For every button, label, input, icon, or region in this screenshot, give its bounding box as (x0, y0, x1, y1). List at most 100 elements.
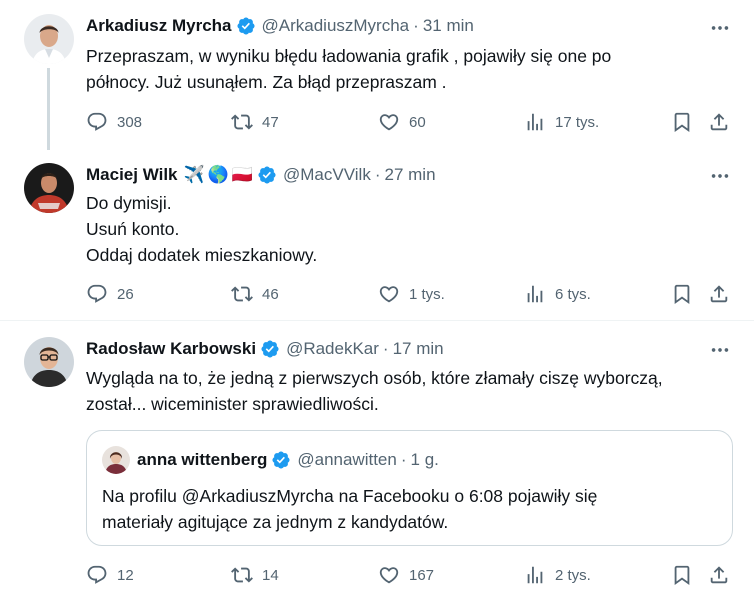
avatar[interactable] (24, 14, 74, 64)
verified-badge-icon (257, 165, 277, 185)
quoted-tweet[interactable]: anna wittenberg @annawitten · 1 g. Na pr… (86, 430, 733, 546)
share-icon (708, 111, 730, 133)
airplane-emoji: ✈️ (183, 165, 205, 184)
separator-dot: · (400, 450, 407, 469)
tweet-text-line: Do dymisji. (86, 193, 172, 213)
action-bar: 308 47 60 17 tys. (86, 110, 736, 134)
views-button[interactable]: 2 tys. (524, 563, 591, 587)
quoted-handle[interactable]: @annawitten (297, 450, 397, 470)
tweet-text-line: Przepraszam, w wyniku błędu ładowania gr… (86, 46, 612, 66)
timestamp[interactable]: 31 min (423, 16, 474, 36)
analytics-icon (524, 283, 546, 305)
share-icon (708, 283, 730, 305)
avatar[interactable] (24, 163, 74, 213)
tweet-text-line: Oddaj dodatek mieszkaniowy. (86, 245, 318, 265)
verified-badge-icon (271, 450, 291, 470)
more-options-icon[interactable] (708, 16, 732, 40)
share-icon (708, 564, 730, 586)
tweet-text-line: Wygląda na to, że jedną z pierwszych osó… (86, 368, 663, 388)
quoted-text-line: Na profilu @ArkadiuszMyrcha na Facebooku… (102, 486, 598, 506)
bookmark-icon (671, 283, 693, 305)
reply-icon (86, 111, 108, 133)
tweet-text-line: północy. Już usunąłem. Za błąd przeprasz… (86, 72, 447, 92)
reply-count: 26 (117, 285, 134, 303)
views-count: 17 tys. (555, 113, 600, 131)
quoted-display-name[interactable]: anna wittenberg (137, 450, 267, 470)
verified-badge-icon (236, 16, 256, 36)
like-count: 1 tys. (409, 285, 445, 303)
views-count: 2 tys. (555, 566, 591, 584)
analytics-icon (524, 111, 546, 133)
tweet-text: Wygląda na to, że jedną z pierwszych osó… (86, 365, 726, 417)
like-count: 60 (409, 113, 426, 131)
timestamp[interactable]: 17 min (393, 339, 444, 359)
poland-flag-emoji: 🇵🇱 (231, 165, 254, 184)
display-name[interactable]: Maciej Wilk (86, 165, 178, 185)
quoted-avatar[interactable] (102, 446, 130, 474)
name-emoji-group: ✈️ 🌎 🇵🇱 (184, 165, 254, 185)
views-count: 6 tys. (555, 285, 591, 303)
share-button[interactable] (708, 563, 730, 587)
heart-icon (378, 564, 400, 586)
bookmark-icon (671, 564, 693, 586)
tweet-divider (0, 320, 754, 321)
display-name[interactable]: Radosław Karbowski (86, 339, 256, 359)
retweet-count: 47 (262, 113, 279, 131)
retweet-button[interactable]: 47 (231, 110, 279, 134)
more-options-icon[interactable] (708, 338, 732, 362)
tweet-header: Maciej Wilk ✈️ 🌎 🇵🇱 @MacVVilk · 27 min (86, 163, 436, 187)
share-button[interactable] (708, 282, 730, 306)
tweet-text: Do dymisji. Usuń konto. Oddaj dodatek mi… (86, 190, 726, 268)
bookmark-button[interactable] (671, 110, 693, 134)
bookmark-button[interactable] (671, 282, 693, 306)
bookmark-icon (671, 111, 693, 133)
verified-badge-icon (260, 339, 280, 359)
handle[interactable]: @RadekKar (286, 339, 379, 359)
retweet-icon (231, 111, 253, 133)
action-bar: 12 14 167 2 tys. (86, 563, 736, 587)
avatar[interactable] (24, 337, 74, 387)
retweet-button[interactable]: 46 (231, 282, 279, 306)
globe-emoji: 🌎 (207, 165, 229, 184)
heart-icon (378, 283, 400, 305)
bookmark-button[interactable] (671, 563, 693, 587)
reply-icon (86, 283, 108, 305)
separator-dot: · (382, 339, 389, 358)
tweet-text: Przepraszam, w wyniku błędu ładowania gr… (86, 43, 726, 95)
quoted-text-line: materiały agitujące za jednym z kandydat… (102, 512, 449, 532)
reply-button[interactable]: 26 (86, 282, 134, 306)
tweet-maciej-wilk[interactable]: Maciej Wilk ✈️ 🌎 🇵🇱 @MacVVilk · 27 min D… (0, 148, 754, 320)
reply-button[interactable]: 12 (86, 563, 134, 587)
quoted-text: Na profilu @ArkadiuszMyrcha na Facebooku… (102, 483, 722, 535)
retweet-count: 46 (262, 285, 279, 303)
quoted-timestamp: 1 g. (410, 450, 439, 469)
timestamp[interactable]: 27 min (385, 165, 436, 185)
retweet-icon (231, 564, 253, 586)
retweet-count: 14 (262, 566, 279, 584)
like-count: 167 (409, 566, 435, 584)
tweet-header: Arkadiusz Myrcha @ArkadiuszMyrcha · 31 m… (86, 14, 474, 38)
separator-dot: · (413, 16, 419, 35)
views-button[interactable]: 17 tys. (524, 110, 599, 134)
like-button[interactable]: 60 (378, 110, 426, 134)
share-button[interactable] (708, 110, 730, 134)
more-options-icon[interactable] (708, 164, 732, 188)
separator-dot: · (374, 165, 381, 184)
reply-button[interactable]: 308 (86, 110, 142, 134)
thread-line (47, 68, 50, 150)
views-button[interactable]: 6 tys. (524, 282, 591, 306)
analytics-icon (524, 564, 546, 586)
action-bar: 26 46 1 tys. 6 tys. (86, 282, 736, 306)
tweet-arkadiusz-myrcha[interactable]: Arkadiusz Myrcha @ArkadiuszMyrcha · 31 m… (0, 0, 754, 150)
reply-count: 308 (117, 113, 143, 131)
display-name[interactable]: Arkadiusz Myrcha (86, 16, 232, 36)
retweet-button[interactable]: 14 (231, 563, 279, 587)
quoted-header: anna wittenberg @annawitten · 1 g. (137, 448, 439, 472)
like-button[interactable]: 1 tys. (378, 282, 445, 306)
like-button[interactable]: 167 (378, 563, 434, 587)
reply-icon (86, 564, 108, 586)
handle[interactable]: @ArkadiuszMyrcha (262, 16, 410, 36)
tweet-header: Radosław Karbowski @RadekKar · 17 min (86, 337, 444, 361)
handle[interactable]: @MacVVilk (283, 165, 371, 185)
reply-count: 12 (117, 566, 134, 584)
